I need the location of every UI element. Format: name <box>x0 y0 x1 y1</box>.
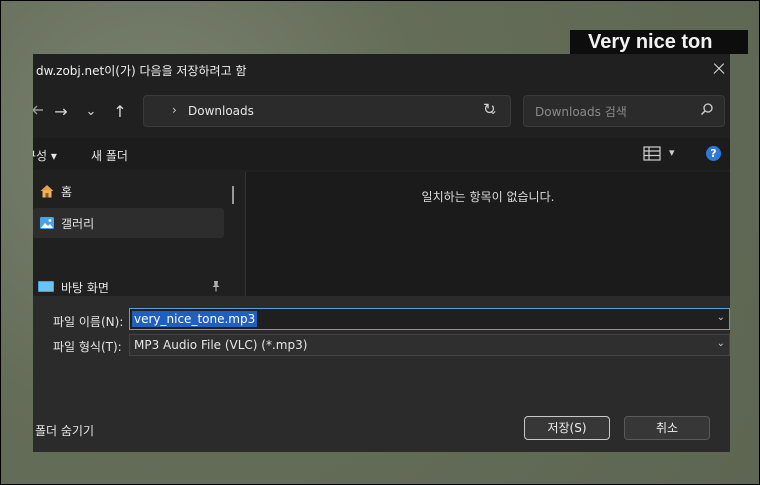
save-form-panel: 파일 이름(N): very_nice_tone.mp3 ⌄ 파일 형식(T):… <box>33 296 730 452</box>
address-bar[interactable]: › Downloads ⌄ <box>143 95 511 127</box>
filetype-dropdown-chevron-icon: ⌄ <box>716 338 725 349</box>
sidebar-item-gallery[interactable]: 갤러리 <box>33 208 224 238</box>
hide-folders-button[interactable]: 폴더 숨기기 <box>35 422 94 439</box>
sidebar-item-label: 갤러리 <box>61 217 95 231</box>
empty-state-message: 일치하는 항목이 없습니다. <box>421 190 555 204</box>
details-view-icon <box>643 146 661 161</box>
navigation-pane: 홈 갤러리 바탕 화면 <box>33 172 245 296</box>
search-box <box>523 95 725 127</box>
breadcrumb-downloads[interactable]: Downloads <box>188 104 254 118</box>
filetype-label: 파일 형식(T): <box>53 340 122 354</box>
dialog-title: dw.zobj.net이(가) 다음을 저장하려고 함 <box>36 64 247 78</box>
arrow-up-icon[interactable]: ↑ <box>109 102 131 122</box>
navigation-bar: → ⌄ ↑ › Downloads ⌄ ↻ <box>33 92 730 132</box>
view-menu-chevron-icon: ▾ <box>669 146 675 159</box>
sidebar-item-label: 홈 <box>61 185 73 199</box>
save-button[interactable]: 저장(S) <box>524 416 610 440</box>
sidebar-item-home[interactable]: 홈 <box>33 176 224 206</box>
arrow-right-icon[interactable]: → <box>50 102 72 122</box>
file-list-area[interactable]: 일치하는 항목이 없습니다. <box>246 172 730 296</box>
organize-button[interactable]: 구성 ▾ <box>33 147 57 164</box>
dialog-titlebar: dw.zobj.net이(가) 다음을 저장하려고 함 <box>33 54 730 86</box>
refresh-icon[interactable]: ↻ <box>483 100 496 118</box>
sidebar-item-label: 바탕 화면 <box>61 281 109 295</box>
filename-label: 파일 이름(N): <box>53 315 124 329</box>
desktop-icon <box>38 281 54 292</box>
view-options-button[interactable]: ▾ <box>643 144 683 164</box>
new-folder-button[interactable]: 새 폴더 <box>91 147 128 164</box>
filename-field[interactable]: very_nice_tone.mp3 ⌄ <box>129 308 730 330</box>
navigation-pane-scrollbar[interactable] <box>232 186 234 204</box>
search-input[interactable] <box>533 102 697 122</box>
help-icon[interactable]: ? <box>706 146 721 161</box>
command-toolbar: 구성 ▾ 새 폴더 ▾ ? <box>33 138 730 170</box>
gallery-icon <box>40 217 54 229</box>
breadcrumb-chevron-icon: › <box>172 103 177 117</box>
filetype-select[interactable]: MP3 Audio File (VLC) (*.mp3) ⌄ <box>129 334 730 356</box>
pin-icon[interactable] <box>211 280 221 295</box>
search-icon[interactable] <box>700 102 714 116</box>
filename-dropdown-chevron-icon[interactable]: ⌄ <box>717 312 725 323</box>
save-dialog: dw.zobj.net이(가) 다음을 저장하려고 함 → ⌄ ↑ › Down… <box>33 54 730 452</box>
background-video-title: Very nice ton <box>570 30 748 54</box>
filetype-value: MP3 Audio File (VLC) (*.mp3) <box>134 338 308 352</box>
home-icon <box>40 185 54 198</box>
arrow-left-icon[interactable] <box>33 102 49 122</box>
close-icon[interactable] <box>708 58 730 80</box>
filename-value: very_nice_tone.mp3 <box>132 311 258 327</box>
cancel-button[interactable]: 취소 <box>624 416 710 440</box>
recent-locations-chevron-icon[interactable]: ⌄ <box>80 102 102 122</box>
